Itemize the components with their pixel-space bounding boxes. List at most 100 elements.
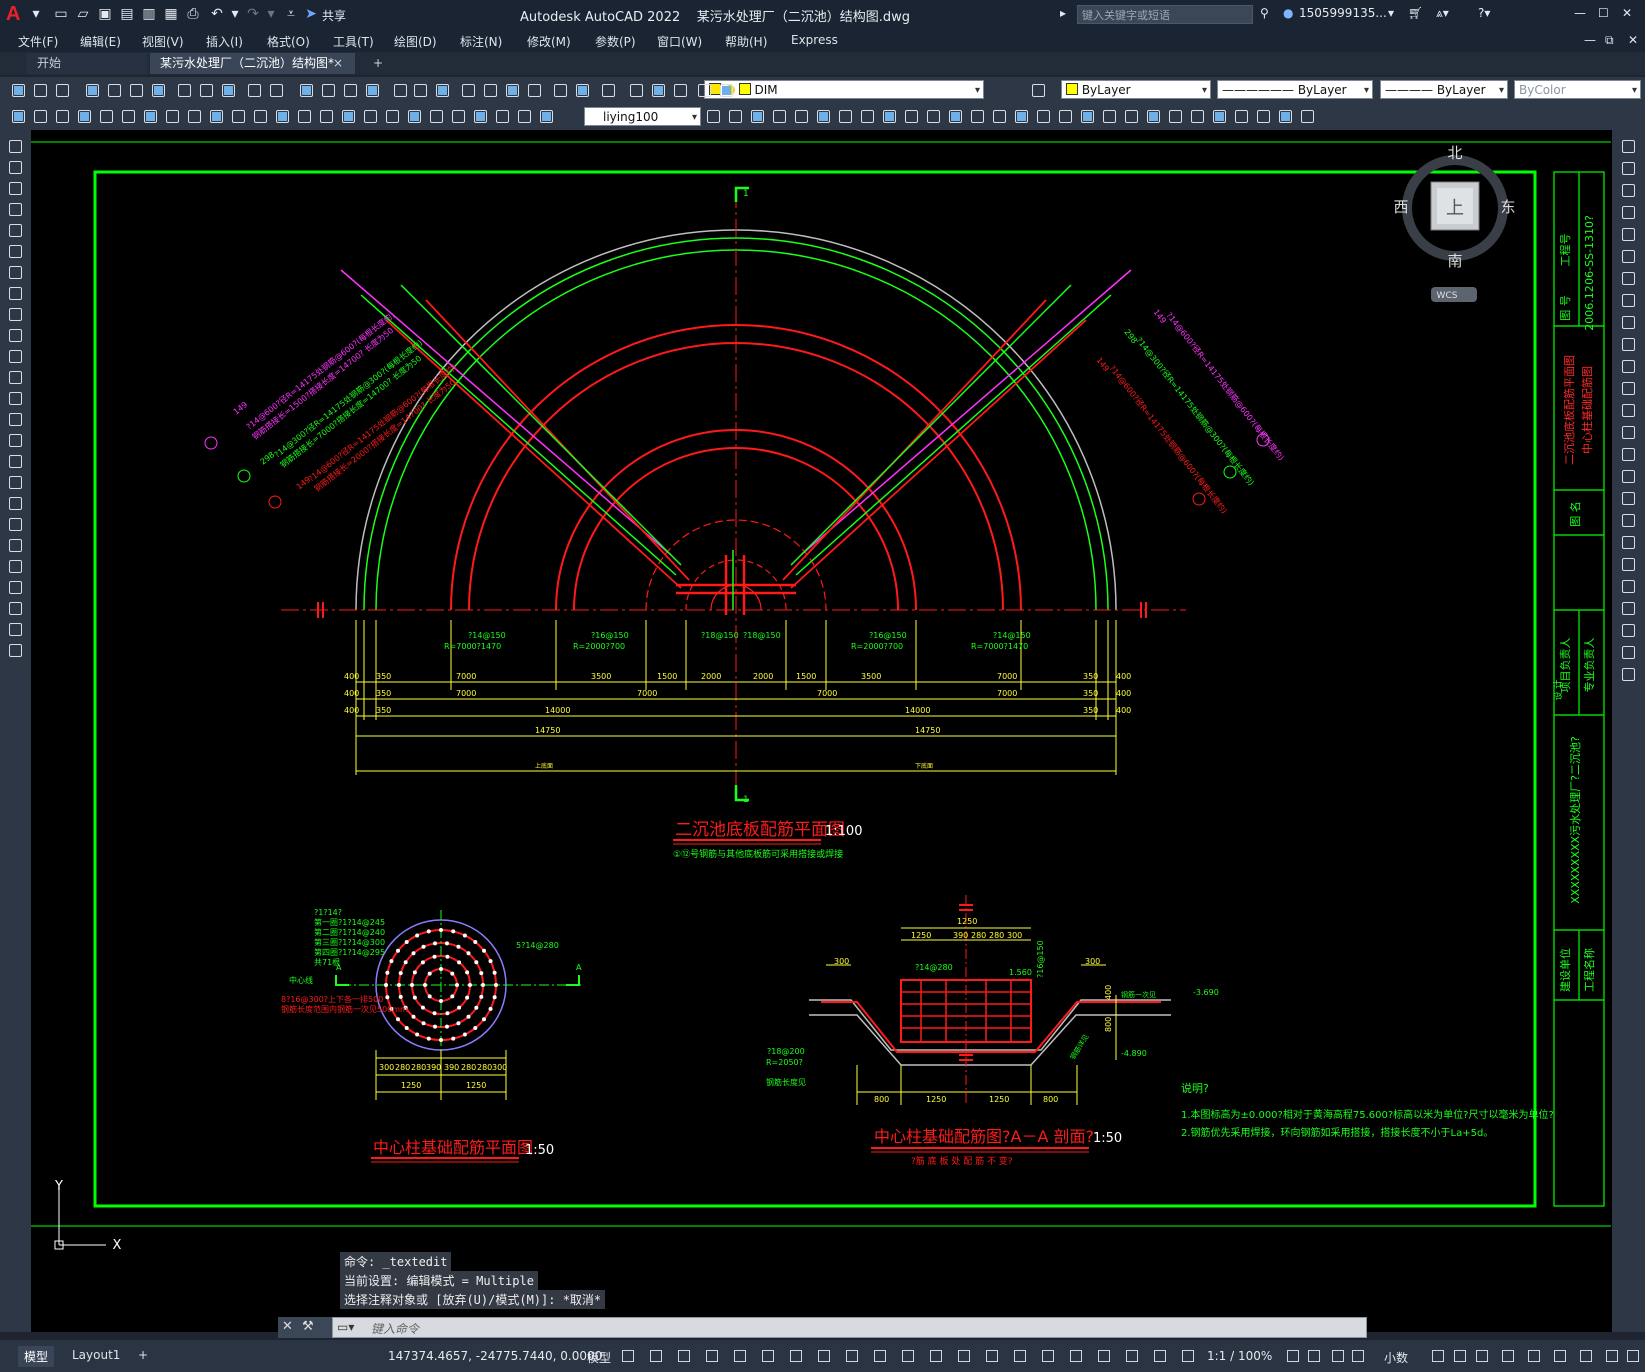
tb2-tool-icon-48[interactable] — [1189, 108, 1206, 125]
draw-palette-icon-3[interactable] — [7, 180, 24, 197]
modify-palette-icon-1[interactable] — [1620, 138, 1637, 155]
status-toggle-icon-8[interactable] — [816, 1348, 832, 1364]
modify-palette-icon-8[interactable] — [1620, 292, 1637, 309]
redo-icon[interactable]: ↷ — [244, 5, 262, 23]
search-expand-icon[interactable]: ▸ — [1060, 6, 1066, 20]
status-toggle-icon-15[interactable] — [1012, 1348, 1028, 1364]
status-toggle-icon-12[interactable] — [928, 1348, 944, 1364]
draw-palette-icon-2[interactable] — [7, 159, 24, 176]
save-as-icon[interactable]: ▤ — [118, 5, 136, 23]
tb1-tool-icon-18[interactable] — [412, 82, 429, 99]
modify-palette-icon-5[interactable] — [1620, 226, 1637, 243]
modify-palette-icon-3[interactable] — [1620, 182, 1637, 199]
status-toggle-icon-16[interactable] — [1040, 1348, 1056, 1364]
draw-palette-icon-11[interactable] — [7, 348, 24, 365]
tb1-tool-icon-22[interactable] — [504, 82, 521, 99]
tb2-tool-icon-31[interactable] — [815, 108, 832, 125]
tab-model[interactable]: 模型 — [18, 1346, 55, 1367]
undo-icon[interactable]: ↶ — [208, 5, 226, 23]
tab-close-icon[interactable]: × — [333, 53, 343, 74]
tb2-tool-icon-13[interactable] — [274, 108, 291, 125]
status-toggle-icon-13[interactable] — [956, 1348, 972, 1364]
tb1-tool-icon-26[interactable] — [600, 82, 617, 99]
doc-restore-icon[interactable]: ⧉ — [1605, 33, 1614, 48]
command-close-icon[interactable]: ✕ — [282, 1319, 293, 1334]
tb2-tool-icon-17[interactable] — [362, 108, 379, 125]
wcs-label[interactable]: WCS — [1437, 291, 1458, 301]
open-file-icon[interactable]: ▱ — [74, 5, 92, 23]
menu-file[interactable]: 文件(F) — [18, 33, 58, 50]
draw-palette-icon-22[interactable] — [7, 579, 24, 596]
tb1-tool-icon-23[interactable] — [526, 82, 543, 99]
tb2-tool-icon-39[interactable] — [991, 108, 1008, 125]
user-account[interactable]: 1505999135... — [1299, 6, 1387, 20]
draw-palette-icon-7[interactable] — [7, 264, 24, 281]
tb2-tool-icon-44[interactable] — [1101, 108, 1118, 125]
tb2-tool-icon-51[interactable] — [1255, 108, 1272, 125]
draw-palette-icon-21[interactable] — [7, 558, 24, 575]
close-icon[interactable]: ✕ — [1622, 6, 1632, 20]
lineweight-dropdown[interactable]: ———— ByLayer — [1380, 80, 1508, 99]
tb2-tool-icon-28[interactable] — [749, 108, 766, 125]
tb2-tool-icon-50[interactable] — [1233, 108, 1250, 125]
tb2-tool-icon-1[interactable] — [10, 108, 27, 125]
modify-palette-icon-20[interactable] — [1620, 556, 1637, 573]
tb2-tool-icon-11[interactable] — [230, 108, 247, 125]
tb1-tool-icon-4[interactable] — [84, 82, 101, 99]
tb2-tool-icon-9[interactable] — [186, 108, 203, 125]
tb1-tool-icon-1[interactable] — [10, 82, 27, 99]
tb2-tool-icon-5[interactable] — [98, 108, 115, 125]
menu-express[interactable]: Express — [791, 33, 838, 47]
status-toggle-icon-25[interactable] — [1350, 1348, 1366, 1364]
new-file-icon[interactable]: ▭ — [52, 5, 70, 23]
color-dropdown[interactable]: ByLayer — [1061, 80, 1211, 99]
tb1-tool-icon-5[interactable] — [106, 82, 123, 99]
save-icon[interactable]: ▣ — [96, 5, 114, 23]
draw-palette-icon-10[interactable] — [7, 327, 24, 344]
tb2-tool-icon-42[interactable] — [1057, 108, 1074, 125]
modify-palette-icon-21[interactable] — [1620, 578, 1637, 595]
tb1-tool-icon-32[interactable] — [1030, 82, 1047, 99]
new-tab-button[interactable]: + — [373, 53, 383, 74]
viewcube-top[interactable]: 上 — [1446, 198, 1464, 219]
menu-tools[interactable]: 工具(T) — [333, 33, 374, 50]
tb2-tool-icon-32[interactable] — [837, 108, 854, 125]
annotation-scale[interactable]: 1:1 / 100% — [1207, 1349, 1272, 1363]
modify-palette-icon-23[interactable] — [1620, 622, 1637, 639]
status-toggle-icon-7[interactable] — [788, 1348, 804, 1364]
tb1-tool-icon-17[interactable] — [392, 82, 409, 99]
draw-palette-icon-13[interactable] — [7, 390, 24, 407]
store-icon[interactable]: 🛒︎ — [1408, 6, 1423, 20]
modify-palette-icon-10[interactable] — [1620, 336, 1637, 353]
draw-palette-icon-14[interactable] — [7, 411, 24, 428]
tb2-tool-icon-47[interactable] — [1167, 108, 1184, 125]
modify-palette-icon-7[interactable] — [1620, 270, 1637, 287]
tb1-tool-icon-13[interactable] — [298, 82, 315, 99]
tb2-tool-icon-37[interactable] — [947, 108, 964, 125]
status-toggle-icon-33[interactable] — [1604, 1348, 1620, 1364]
modify-palette-icon-16[interactable] — [1620, 468, 1637, 485]
tb2-tool-icon-27[interactable] — [727, 108, 744, 125]
tb1-tool-icon-3[interactable] — [54, 82, 71, 99]
tab-drawing[interactable]: 某污水处理厂（二沉池）结构图* — [150, 53, 355, 74]
share-button[interactable]: 共享 — [322, 7, 346, 24]
tb2-tool-icon-41[interactable] — [1035, 108, 1052, 125]
modify-palette-icon-15[interactable] — [1620, 446, 1637, 463]
status-toggle-icon-32[interactable] — [1578, 1348, 1594, 1364]
menu-view[interactable]: 视图(V) — [142, 33, 184, 50]
tb1-tool-icon-8[interactable] — [176, 82, 193, 99]
modify-palette-icon-4[interactable] — [1620, 204, 1637, 221]
tab-start[interactable]: 开始 — [27, 53, 147, 74]
tb1-tool-icon-30[interactable] — [696, 82, 713, 99]
tb2-tool-icon-45[interactable] — [1123, 108, 1140, 125]
open-web-icon[interactable]: ▥ — [140, 5, 158, 23]
tb2-tool-icon-30[interactable] — [793, 108, 810, 125]
command-input[interactable]: ▭▾ 键入命令 — [332, 1317, 1367, 1338]
tb1-tool-icon-2[interactable] — [32, 82, 49, 99]
status-toggle-icon-26[interactable] — [1430, 1348, 1446, 1364]
tb2-tool-icon-25[interactable] — [538, 108, 555, 125]
layer-dropdown[interactable]: DIM — [704, 80, 984, 99]
draw-palette-icon-24[interactable] — [7, 621, 24, 638]
draw-palette-icon-20[interactable] — [7, 537, 24, 554]
modify-palette-icon-2[interactable] — [1620, 160, 1637, 177]
